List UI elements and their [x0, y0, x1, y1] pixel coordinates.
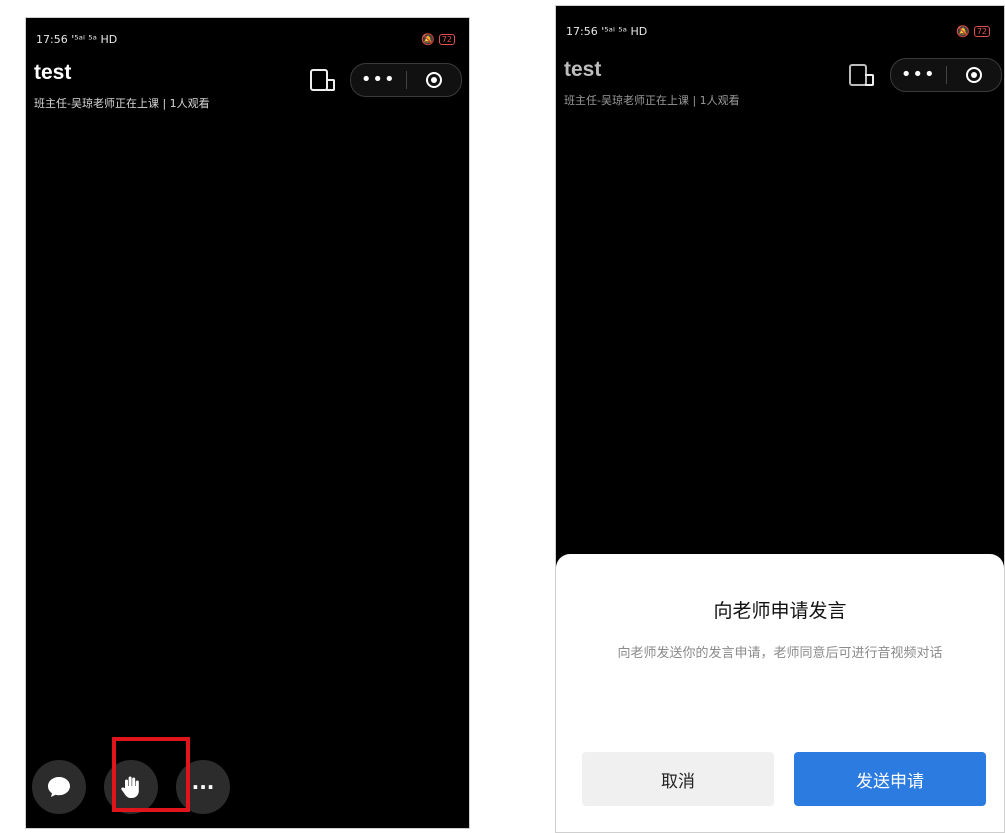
screen-mode-icon[interactable] [849, 64, 874, 86]
speak-request-dialog: 向老师申请发言 向老师发送你的发言申请，老师同意后可进行音视频对话 取消 发送申… [556, 554, 1004, 832]
capsule-more-button[interactable]: ••• [351, 71, 406, 89]
mini-program-capsule: ••• [350, 63, 462, 97]
cancel-button[interactable]: 取消 [582, 752, 774, 806]
room-title: test [34, 61, 72, 84]
send-request-button[interactable]: 发送申请 [794, 752, 986, 806]
chat-icon [48, 777, 70, 797]
silent-icon: 🔕 [956, 24, 970, 38]
target-icon [425, 72, 442, 88]
target-icon [965, 67, 982, 83]
capsule-close-button[interactable] [407, 72, 462, 88]
room-subtitle: 班主任-吴琼老师正在上课 | 1人观看 [564, 94, 740, 107]
silent-icon: 🔕 [421, 32, 435, 46]
phone-screen-left: 17:56 '⁵ᵃˡ ⁵ᵃ HD 🔕 72 test 班主任-吴琼老师正在上课 … [25, 17, 470, 829]
capsule-close-button[interactable] [947, 67, 1002, 83]
status-bar: 17:56 '⁵ᵃˡ ⁵ᵃ HD 🔕 72 [36, 30, 455, 48]
room-title: test [564, 58, 602, 81]
more-icon: ··· [191, 775, 215, 799]
chat-button[interactable] [32, 760, 86, 814]
mini-program-capsule: ••• [890, 58, 1002, 92]
status-bar: 17:56 '⁵ᵃˡ ⁵ᵃ HD 🔕 72 [566, 22, 990, 40]
battery-icon: 72 [973, 25, 990, 37]
screen-mode-icon[interactable] [310, 69, 335, 91]
room-subtitle: 班主任-吴琼老师正在上课 | 1人观看 [34, 97, 210, 110]
highlight-box [112, 737, 190, 812]
capsule-more-button[interactable]: ••• [891, 66, 946, 84]
phone-screen-right: 17:56 '⁵ᵃˡ ⁵ᵃ HD 🔕 72 test 班主任-吴琼老师正在上课 … [555, 5, 1005, 833]
dialog-description: 向老师发送你的发言申请，老师同意后可进行音视频对话 [617, 646, 943, 661]
status-time: 17:56 '⁵ᵃˡ ⁵ᵃ HD [36, 32, 118, 46]
dialog-title: 向老师申请发言 [713, 600, 847, 622]
status-time: 17:56 '⁵ᵃˡ ⁵ᵃ HD [566, 24, 648, 38]
battery-icon: 72 [438, 33, 455, 45]
